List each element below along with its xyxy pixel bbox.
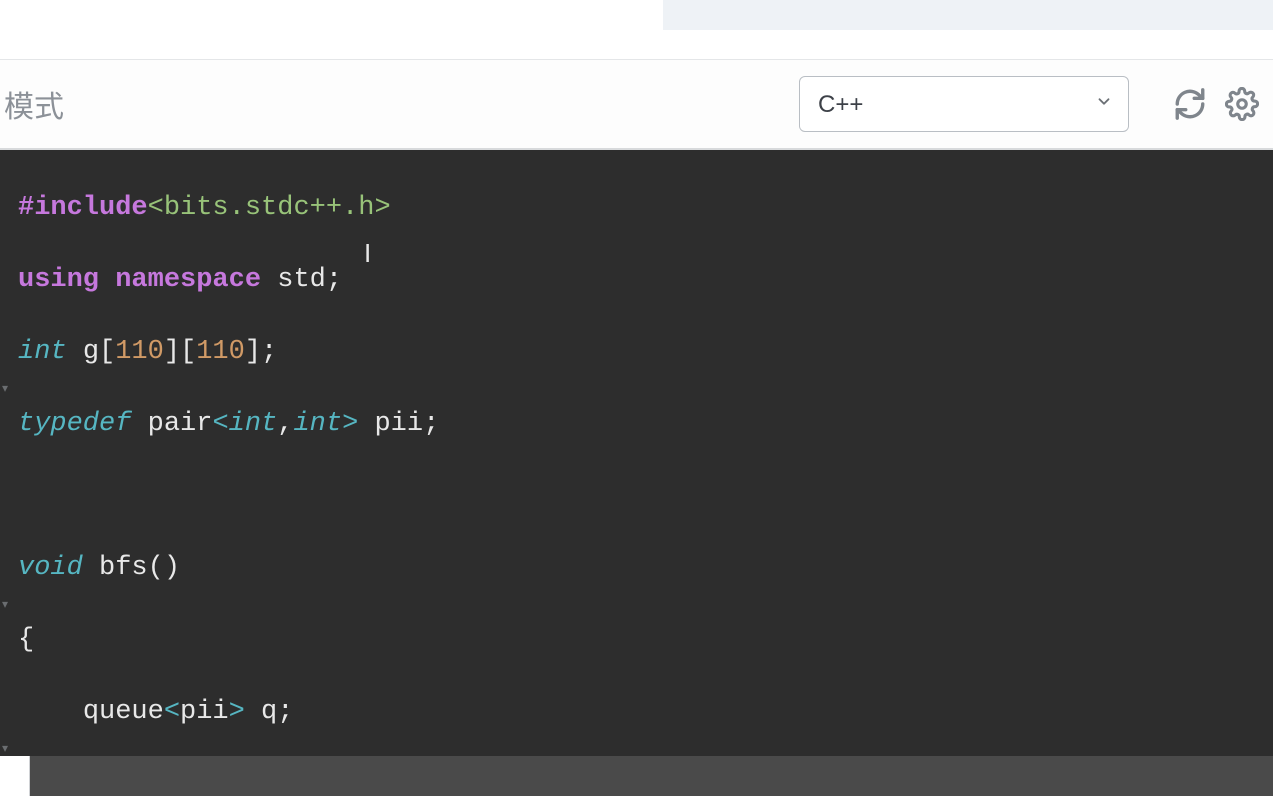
top-strip [0,0,1273,60]
mode-label: 模式 [0,82,64,126]
code-line[interactable]: queue<pii> q; [18,694,1273,730]
language-select-wrap: C++ [799,76,1129,132]
code-content[interactable]: #include<bits.stdc++.h> using namespace … [18,154,1273,756]
code-line[interactable]: void bfs() [18,550,1273,586]
fold-marker-icon[interactable]: ▾ [2,382,8,394]
bottom-bar [0,756,1273,796]
code-line[interactable]: #include<bits.stdc++.h> [18,190,1273,226]
editor-gutter: ▾ ▾ ▾ [0,150,16,756]
language-select[interactable]: C++ [799,76,1129,132]
fold-marker-icon[interactable]: ▾ [2,742,8,754]
editor-toolbar: 模式 C++ [0,60,1273,150]
code-line[interactable] [18,478,1273,514]
code-line[interactable]: using namespace std; [18,262,1273,298]
bottom-left-panel [0,756,30,796]
top-right-panel [663,0,1273,30]
horizontal-scrollbar[interactable] [30,756,1273,796]
fold-marker-icon[interactable]: ▾ [2,598,8,610]
gear-icon[interactable] [1223,85,1261,123]
code-editor[interactable]: ▾ ▾ ▾ I #include<bits.stdc++.h> using na… [0,150,1273,756]
code-line[interactable]: typedef pair<int,int> pii; [18,406,1273,442]
code-line[interactable]: int g[110][110]; [18,334,1273,370]
refresh-icon[interactable] [1171,85,1209,123]
code-line[interactable]: { [18,622,1273,658]
